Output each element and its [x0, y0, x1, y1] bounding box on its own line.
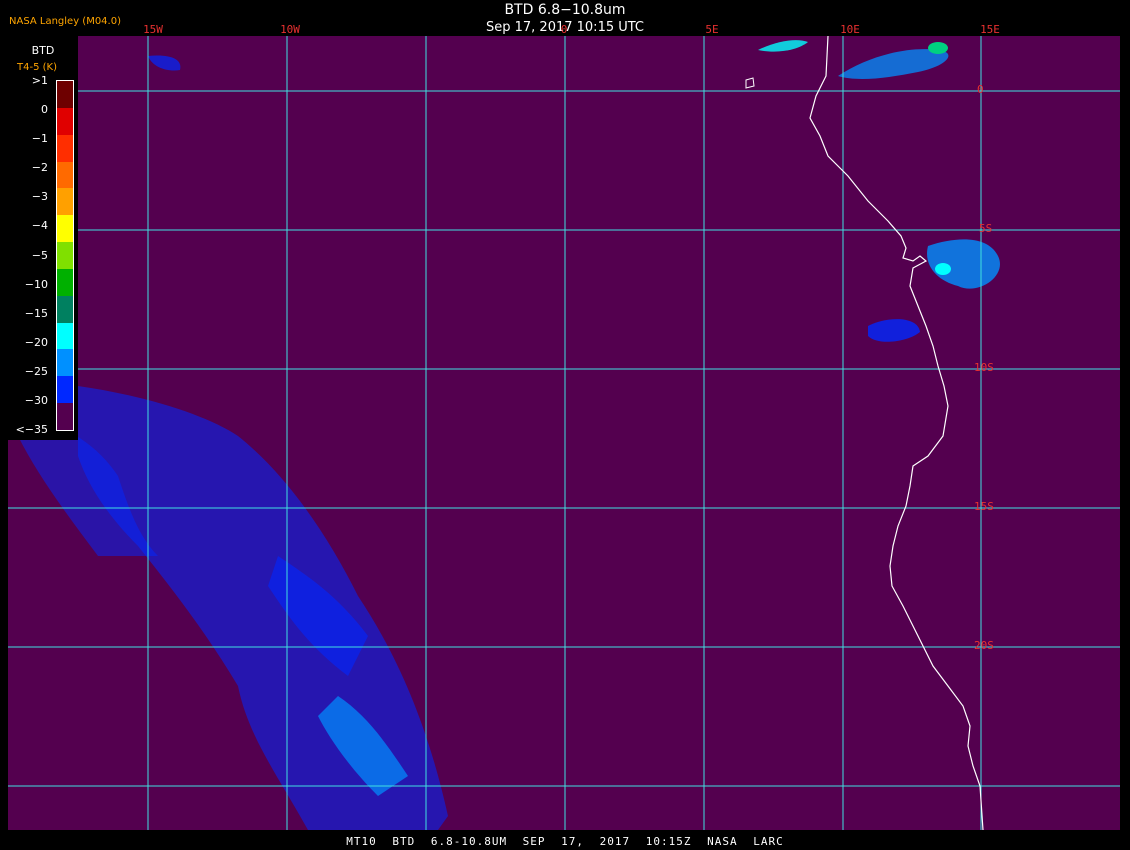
legend-swatch	[57, 134, 73, 163]
legend-swatch	[57, 188, 73, 216]
lon-label-15w: 15W	[143, 23, 163, 36]
lat-label-0: 0	[977, 83, 984, 96]
legend-tick-label: <−35	[15, 423, 48, 436]
legend-swatch	[57, 349, 73, 377]
legend-swatch	[57, 107, 73, 136]
legend-swatch	[57, 215, 73, 243]
org-label: NASA Langley (M04.0)	[9, 16, 121, 27]
lat-label-15s: 15S	[974, 500, 994, 513]
map-layer	[8, 36, 1120, 830]
legend-tick-label: 0	[41, 103, 48, 117]
legend-swatch	[57, 376, 73, 404]
legend-colorbar	[56, 80, 74, 431]
legend-tick-label: −5	[31, 248, 48, 262]
legend-swatch	[57, 161, 73, 189]
chart-title: BTD 6.8−10.8um	[504, 2, 626, 18]
legend-tick-label: −1	[31, 132, 48, 146]
lon-label-15e: 15E	[980, 23, 1000, 36]
color-legend: BTD >1 0 −1 −2 −3 −4 −5 −10 −15 −20 −25 −30 <−35	[8, 36, 78, 440]
lat-label-5s: 5S	[979, 222, 993, 235]
legend-swatch	[57, 295, 73, 324]
coastline	[809, 36, 984, 830]
lon-label-5e: 5E	[705, 23, 719, 36]
legend-tick-label: −20	[24, 335, 48, 349]
satellite-map	[8, 36, 1120, 830]
legend-swatch	[57, 322, 73, 350]
legend-swatch	[57, 81, 73, 109]
lat-label-20s: 20S	[974, 639, 994, 652]
legend-tick-label: −4	[31, 219, 48, 233]
lat-label-10s: 10S	[974, 361, 994, 374]
legend-tick-label: −10	[24, 277, 48, 291]
legend-swatch	[57, 268, 73, 297]
legend-swatch	[57, 403, 73, 431]
legend-unit: T4-5 (K)	[17, 62, 57, 73]
island-outline	[745, 77, 755, 89]
legend-tick-label: >1	[31, 74, 48, 87]
legend-tick-label: −3	[31, 190, 48, 204]
legend-title: BTD	[31, 44, 55, 57]
legend-swatch	[57, 242, 73, 270]
footer-caption: MT10 BTD 6.8-10.8UM SEP 17, 2017 10:15Z …	[346, 835, 784, 848]
lon-label-10w: 10W	[280, 23, 300, 36]
legend-tick-label: −25	[24, 364, 48, 378]
legend-tick-label: −30	[24, 393, 48, 407]
legend-tick-label: −2	[31, 161, 48, 175]
lon-label-0: 0	[560, 23, 568, 36]
lon-label-10e: 10E	[840, 23, 860, 36]
cloud-clusters	[18, 40, 1000, 830]
legend-tick-label: −15	[24, 306, 48, 320]
